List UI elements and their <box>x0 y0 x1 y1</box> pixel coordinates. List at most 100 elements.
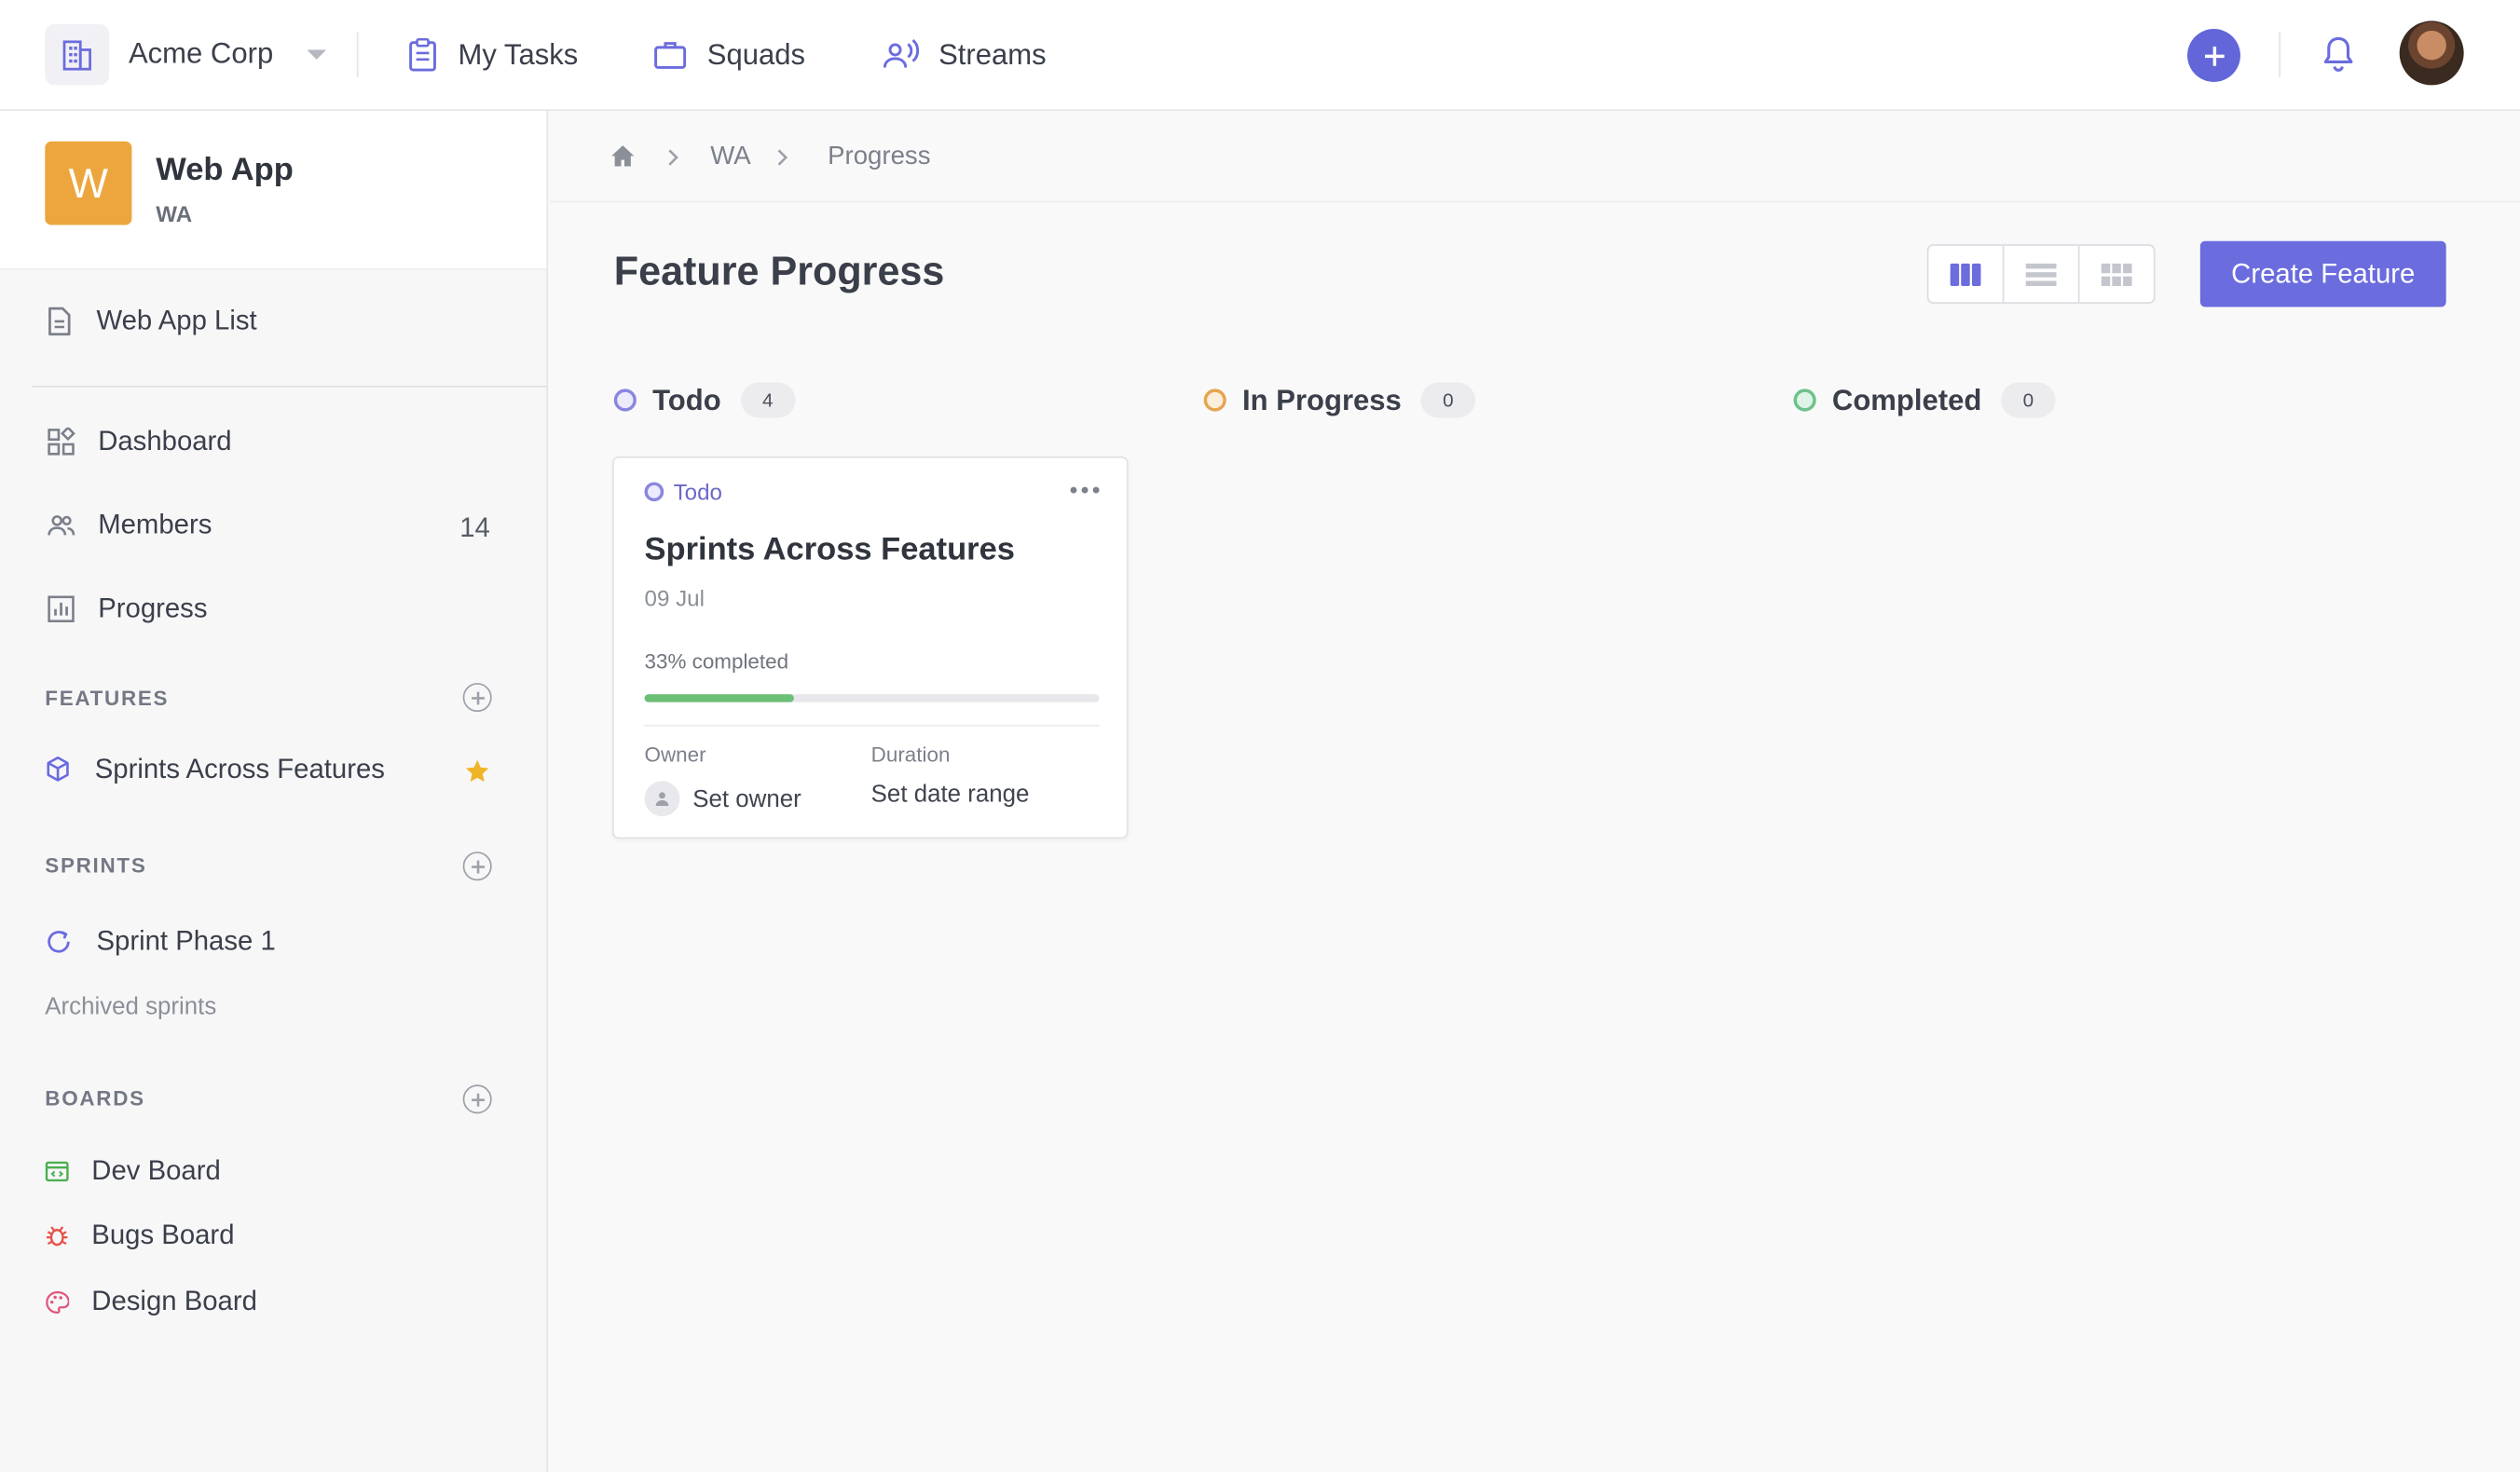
building-icon[interactable] <box>45 23 110 86</box>
card-status: Todo <box>644 479 722 505</box>
grid-icon <box>2101 263 2132 286</box>
sidebar-item-label: Sprints Across Features <box>94 753 385 784</box>
briefcase-icon <box>654 42 687 69</box>
sidebar-item-dashboard[interactable]: Dashboard <box>47 426 232 457</box>
star-icon[interactable] <box>464 758 490 792</box>
sidebar-item-design-board[interactable]: Design Board <box>45 1286 257 1317</box>
clipboard-icon <box>409 37 436 72</box>
divider <box>2279 32 2281 77</box>
document-icon <box>48 307 71 336</box>
nav-label: My Tasks <box>458 37 579 71</box>
breadcrumb-item-current: Progress <box>828 143 931 170</box>
cube-icon <box>47 756 69 782</box>
chevron-right-icon <box>776 146 789 175</box>
column-label: Todo <box>652 383 721 416</box>
nav-streams[interactable]: Streams <box>881 32 1047 76</box>
plus-icon <box>471 859 485 873</box>
nav-label: Streams <box>938 37 1047 71</box>
project-key: WA <box>156 200 193 227</box>
column-label: In Progress <box>1242 383 1402 416</box>
add-sprint-button[interactable] <box>462 852 492 881</box>
board-view-button[interactable] <box>1928 245 2005 303</box>
set-date-range-button[interactable]: Set date range <box>871 781 1030 808</box>
project-header: W Web App WA <box>0 111 547 270</box>
project-logo: W <box>45 141 132 225</box>
list-view-button[interactable] <box>2004 245 2080 303</box>
sidebar-item-label: Dev Board <box>91 1155 221 1186</box>
top-bar: Acme Corp My Tasks Squads Streams <box>0 0 2520 112</box>
grid-view-button[interactable] <box>2080 246 2154 302</box>
user-icon <box>644 781 680 817</box>
status-dot <box>1203 388 1226 412</box>
avatar[interactable] <box>2399 20 2464 86</box>
sprint-icon <box>48 931 70 953</box>
sidebar-item-members[interactable]: Members <box>47 510 212 541</box>
owner-value: Set owner <box>692 784 801 812</box>
archived-sprints-link[interactable]: Archived sprints <box>45 993 216 1020</box>
progress-bar-fill <box>644 694 795 702</box>
sidebar-item-dev-board[interactable]: Dev Board <box>45 1155 221 1187</box>
sidebar-item-sprint[interactable]: Sprint Phase 1 <box>45 925 276 958</box>
add-button[interactable] <box>2187 29 2240 82</box>
divider <box>644 724 1100 727</box>
section-label-boards: BOARDS <box>45 1086 145 1111</box>
plus-icon <box>2204 46 2224 65</box>
add-feature-button[interactable] <box>462 683 492 713</box>
list-icon <box>2025 263 2057 286</box>
sidebar-item-label: Design Board <box>91 1285 257 1316</box>
sidebar-item-label: Web App List <box>96 305 257 336</box>
status-dot <box>1793 388 1816 412</box>
members-icon <box>48 515 75 536</box>
feature-card[interactable]: Todo Sprints Across Features 09 Jul 33% … <box>612 456 1129 839</box>
duration-label: Duration <box>870 742 951 767</box>
progress-bar <box>644 694 1100 702</box>
bar-chart-icon <box>48 595 75 622</box>
sidebar-item-progress[interactable]: Progress <box>47 593 208 624</box>
set-owner-button[interactable]: Set owner <box>644 781 801 817</box>
bell-icon[interactable] <box>2321 34 2356 83</box>
members-count: 14 <box>459 512 490 544</box>
palette-icon <box>46 1290 70 1314</box>
sidebar-item-feature[interactable]: Sprints Across Features <box>45 754 385 785</box>
plus-icon <box>471 690 485 704</box>
chevron-right-icon <box>667 146 680 175</box>
column-count: 0 <box>2001 382 2056 418</box>
dashboard-icon <box>48 427 75 456</box>
column-label: Completed <box>1831 383 1982 416</box>
columns-icon <box>1950 263 1981 286</box>
project-name: Web App <box>156 152 294 188</box>
page-title: Feature Progress <box>613 249 945 294</box>
stream-icon <box>883 38 920 68</box>
add-board-button[interactable] <box>462 1084 492 1114</box>
chevron-down-icon[interactable] <box>307 49 327 60</box>
nav-label: Squads <box>706 37 806 71</box>
sidebar-item-label: Sprint Phase 1 <box>96 925 276 957</box>
sidebar: W Web App WA Web App List Dashboard Memb… <box>0 111 549 1472</box>
divider <box>32 385 549 388</box>
sidebar-item-list[interactable]: Web App List <box>45 305 257 337</box>
owner-label: Owner <box>644 742 706 767</box>
view-toggle <box>1926 244 2156 305</box>
card-date: 09 Jul <box>644 584 705 611</box>
home-icon[interactable] <box>609 143 637 177</box>
breadcrumb-item-project[interactable]: WA <box>710 143 750 172</box>
create-feature-button[interactable]: Create Feature <box>2199 240 2446 307</box>
column-count: 4 <box>740 382 796 418</box>
code-window-icon <box>45 1161 69 1182</box>
sidebar-item-label: Dashboard <box>98 426 232 457</box>
progress-text: 33% completed <box>644 648 789 674</box>
breadcrumb: WA Progress <box>549 111 2520 203</box>
status-dot <box>613 388 637 412</box>
sidebar-item-bugs-board[interactable]: Bugs Board <box>45 1220 235 1251</box>
more-icon[interactable] <box>1070 486 1100 494</box>
section-label-sprints: SPRINTS <box>45 852 147 878</box>
plus-icon <box>471 1092 485 1106</box>
sidebar-item-label: Progress <box>98 593 208 624</box>
column-header-completed: Completed 0 <box>1793 382 2056 418</box>
column-count: 0 <box>1420 382 1476 418</box>
divider <box>356 32 359 77</box>
workspace-name[interactable]: Acme Corp <box>129 37 273 71</box>
nav-squads[interactable]: Squads <box>652 32 805 76</box>
card-status-label: Todo <box>673 479 722 505</box>
nav-my-tasks[interactable]: My Tasks <box>406 32 578 76</box>
